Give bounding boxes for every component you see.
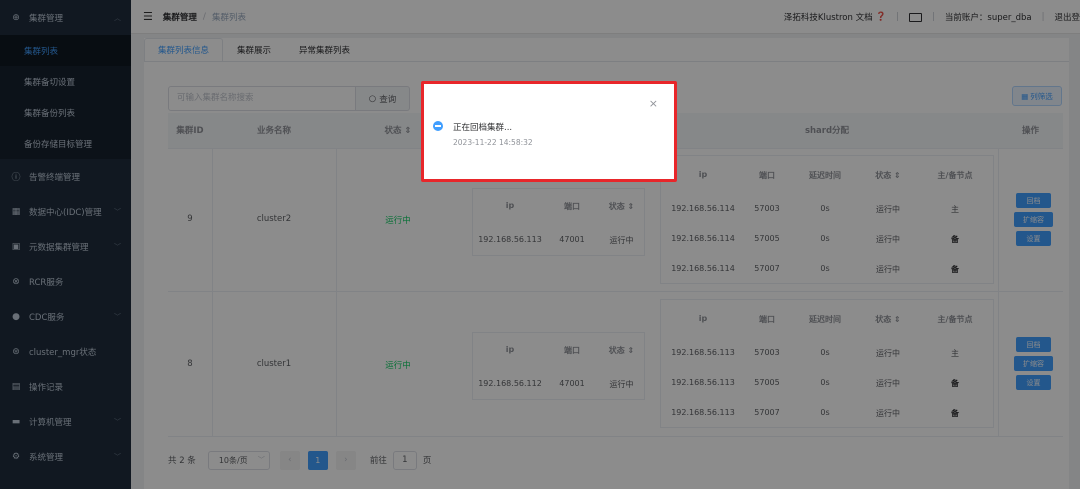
notification-time: 2023-11-22 14:58:32	[453, 138, 533, 147]
close-icon[interactable]: ×	[649, 97, 658, 110]
modal-overlay[interactable]	[0, 0, 1080, 489]
notification-message: 正在回档集群...	[453, 123, 513, 133]
info-icon	[433, 121, 443, 131]
notification-popup: × 正在回档集群... 2023-11-22 14:58:32	[421, 81, 677, 182]
